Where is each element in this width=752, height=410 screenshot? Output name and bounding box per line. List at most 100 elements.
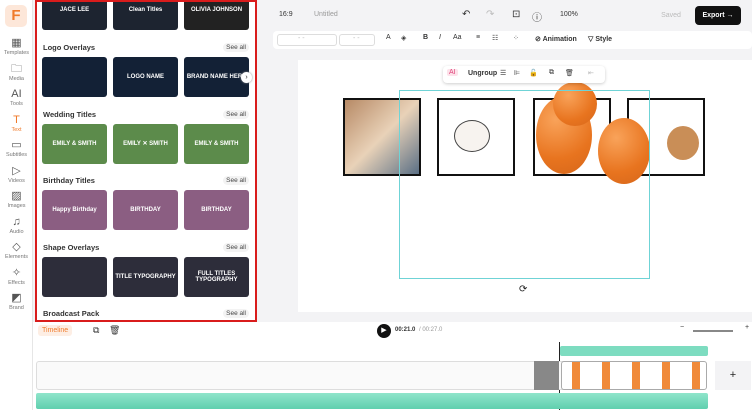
font-select[interactable]: - - bbox=[277, 34, 337, 46]
template-thumb[interactable]: EMILY ✕ SMITH bbox=[113, 123, 178, 164]
rail-item-effects[interactable]: ✧ Effects bbox=[0, 266, 33, 286]
duplicate-icon[interactable]: ⧉ bbox=[549, 69, 554, 77]
images-icon: ▨ bbox=[11, 190, 22, 202]
aspect-ratio-select[interactable]: 16:9 bbox=[279, 11, 293, 18]
rail-item-images[interactable]: ▨ Images bbox=[0, 189, 33, 209]
media-folder-icon: 🗀 bbox=[11, 62, 22, 75]
rail-item-label: Templates bbox=[3, 50, 30, 56]
section-title: Wedding Titles bbox=[43, 109, 97, 119]
zoom-slider[interactable] bbox=[693, 330, 733, 332]
timeline-tab[interactable]: Timeline bbox=[38, 325, 73, 336]
screenshot-icon[interactable]: ⊡ bbox=[512, 9, 520, 20]
rail-item-media[interactable]: 🗀 Media bbox=[0, 62, 33, 82]
delete-icon[interactable]: 🗑 bbox=[109, 325, 120, 336]
duplicate-icon[interactable]: ⧉ bbox=[93, 325, 99, 336]
redo-icon[interactable]: ↷ bbox=[486, 9, 494, 20]
collapse-icon[interactable]: ⇤ bbox=[588, 69, 594, 77]
highlight-icon[interactable]: ◈ bbox=[401, 34, 406, 42]
bold-icon[interactable]: B bbox=[423, 34, 428, 41]
add-clip-button[interactable]: + bbox=[715, 361, 751, 390]
transition-clip[interactable] bbox=[534, 361, 559, 390]
videos-icon: ▷ bbox=[12, 164, 21, 177]
audio-track[interactable] bbox=[36, 393, 708, 409]
rail-item-subtitles[interactable]: ▭ Subtitles bbox=[0, 138, 33, 158]
elements-icon: ◇ bbox=[12, 241, 21, 253]
rail-item-label: Effects bbox=[8, 279, 25, 286]
align-icon[interactable]: ≡ bbox=[476, 34, 480, 41]
see-all-button[interactable]: See all bbox=[223, 176, 249, 185]
rail-item-brand[interactable]: ◩ Brand bbox=[0, 291, 33, 311]
effects-icon: ✧ bbox=[11, 266, 22, 279]
rail-item-label: Media bbox=[9, 75, 24, 82]
timeline-panel: Timeline ⧉ 🗑 ▶ 00:21.0 / 00:27.0 − + + bbox=[33, 322, 752, 410]
template-thumb[interactable]: JACE LEE bbox=[42, 2, 107, 30]
template-thumb[interactable]: Happy Birthday bbox=[42, 190, 107, 230]
template-thumb[interactable]: EMILY & SMITH bbox=[184, 123, 249, 164]
see-all-button[interactable]: See all bbox=[223, 43, 249, 52]
template-thumb[interactable]: BIRTHDAY bbox=[113, 190, 178, 230]
rail-item-tools[interactable]: AI Tools bbox=[0, 87, 33, 107]
rail-item-elements[interactable]: ◇ Elements bbox=[0, 240, 33, 260]
template-thumb[interactable]: FULL TITLES TYPOGRAPHY bbox=[184, 256, 249, 297]
template-thumb[interactable] bbox=[42, 256, 107, 297]
selected-clip[interactable] bbox=[561, 361, 707, 390]
delete-icon[interactable]: 🗑 bbox=[565, 69, 574, 77]
lock-icon[interactable]: 🔓 bbox=[529, 69, 538, 77]
ungroup-button[interactable]: Ungroup bbox=[468, 70, 497, 77]
rail-item-audio[interactable]: ♫ Audio bbox=[0, 215, 33, 235]
ai-button[interactable]: AI bbox=[447, 69, 458, 76]
see-all-button[interactable]: See all bbox=[223, 242, 249, 252]
style-button[interactable]: ▽ Style bbox=[588, 35, 612, 43]
rail-item-label: Images bbox=[7, 203, 26, 209]
font-size-stepper[interactable]: - - bbox=[339, 34, 375, 46]
template-thumb[interactable]: BRAND NAME HERE bbox=[184, 57, 249, 97]
template-thumb[interactable] bbox=[42, 57, 107, 97]
list-icon[interactable]: ☷ bbox=[492, 34, 498, 42]
overlay-track-clip[interactable] bbox=[560, 346, 708, 356]
italic-icon[interactable]: I bbox=[439, 34, 441, 41]
case-icon[interactable]: Aa bbox=[453, 34, 462, 41]
rail-item-videos[interactable]: ▷ Videos bbox=[0, 164, 33, 184]
subtitles-icon: ▭ bbox=[11, 139, 22, 151]
zoom-in-icon[interactable]: + bbox=[745, 324, 749, 331]
app-logo[interactable]: F bbox=[5, 5, 27, 27]
template-thumb[interactable]: EMILY & SMITH bbox=[42, 123, 107, 164]
template-thumb[interactable]: TITLE TYPOGRAPHY bbox=[113, 256, 178, 297]
see-all-button[interactable]: See all bbox=[223, 309, 249, 318]
current-time: 00:21.0 bbox=[395, 327, 416, 333]
rail-item-label: Elements bbox=[5, 254, 28, 260]
zoom-out-icon[interactable]: − bbox=[680, 324, 684, 331]
left-rail: F ▦ Templates 🗀 Media AI Tools T Text ▭ Subtitles… bbox=[0, 0, 33, 410]
total-time: / 00:27.0 bbox=[419, 327, 443, 333]
undo-icon[interactable]: ↶ bbox=[462, 9, 470, 20]
template-thumb[interactable]: BIRTHDAY bbox=[184, 190, 249, 230]
align-icon[interactable]: ⊫ bbox=[514, 69, 520, 77]
saved-status: Saved bbox=[661, 12, 681, 19]
zoom-select[interactable]: 100% bbox=[560, 11, 578, 18]
layers-icon[interactable]: ☰ bbox=[500, 69, 506, 77]
spacing-icon[interactable]: ⁘ bbox=[513, 34, 519, 42]
rail-item-label: Brand bbox=[9, 305, 24, 311]
section-title: Broadcast Pack bbox=[43, 309, 100, 318]
animation-button[interactable]: ⊘ Animation bbox=[535, 35, 577, 43]
play-button[interactable]: ▶ bbox=[377, 324, 391, 338]
rail-item-templates[interactable]: ▦ Templates bbox=[0, 36, 33, 56]
context-toolbar: AI Ungroup ☰ ⊫ 🔓 ⧉ 🗑 ⇤ bbox=[443, 66, 605, 83]
export-button[interactable]: Export → bbox=[695, 6, 741, 25]
ai-tools-icon: AI bbox=[11, 88, 22, 100]
next-arrow-icon[interactable]: › bbox=[241, 72, 252, 83]
rail-item-label: Subtitles bbox=[5, 152, 28, 158]
rotate-handle-icon[interactable]: ⟳ bbox=[519, 284, 527, 295]
template-thumb[interactable]: Clean Titles bbox=[113, 2, 178, 30]
see-all-button[interactable]: See all bbox=[223, 109, 249, 119]
style-label: Style bbox=[595, 36, 613, 43]
text-color-icon[interactable]: A bbox=[386, 34, 391, 41]
template-thumb[interactable]: OLIVIA JOHNSON bbox=[184, 2, 249, 30]
rail-item-text[interactable]: T Text bbox=[0, 113, 33, 133]
rail-item-label: Videos bbox=[8, 177, 25, 184]
project-title[interactable]: Untitled bbox=[314, 11, 338, 18]
text-icon: T bbox=[13, 113, 20, 126]
template-thumb[interactable]: LOGO NAME bbox=[113, 57, 178, 97]
help-icon[interactable]: ⓘ bbox=[532, 9, 542, 24]
selection-box[interactable] bbox=[399, 90, 650, 279]
